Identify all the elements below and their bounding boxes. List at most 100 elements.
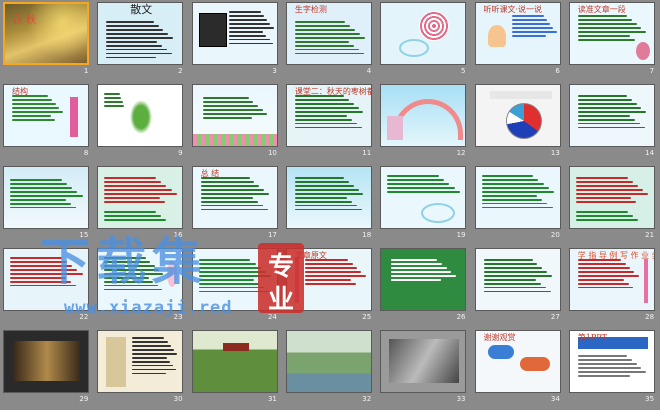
slide-number-label: 13	[550, 149, 560, 157]
slide-thumbnail[interactable]: 总 结 17	[189, 164, 283, 246]
slide-preview-image[interactable]	[474, 84, 561, 147]
slide-preview-image[interactable]	[3, 330, 89, 393]
slide-number-label: 12	[456, 149, 466, 157]
slide-number-label: 14	[645, 149, 655, 157]
slide-number-label: 23	[173, 313, 183, 321]
slide-number-label: 19	[456, 231, 466, 239]
watermark-badge-top: 专	[267, 252, 294, 282]
slide-preview-image[interactable]: 听听课文·说一说	[474, 2, 561, 65]
slide-thumbnail[interactable]: 3	[189, 0, 283, 82]
slide-preview-image[interactable]: 学 指 导 例 写 作 业 务 ?	[568, 248, 655, 311]
slide-thumbnail[interactable]: 学 指 导 例 写 作 业 务 ? 28	[566, 246, 660, 328]
slide-thumbnail[interactable]: 27	[472, 246, 566, 328]
slide-preview-image[interactable]	[380, 2, 467, 65]
slide-number-label: 34	[550, 395, 560, 403]
slide-thumbnail[interactable]: 谢谢观赏 34	[472, 328, 566, 410]
slide-number-label: 7	[649, 67, 655, 75]
slide-preview-image[interactable]	[191, 330, 278, 393]
slide-title-text: 学 指 导 例 写 作 业 务 ?	[577, 251, 654, 260]
slide-thumbnail[interactable]: 30	[94, 328, 188, 410]
slide-preview-image[interactable]	[568, 166, 655, 229]
slide-title-text: 第1PPT	[577, 333, 607, 342]
slide-number-label: 32	[362, 395, 372, 403]
slide-number-label: 30	[173, 395, 183, 403]
slide-preview-image[interactable]	[568, 84, 655, 147]
slide-number-label: 8	[83, 149, 89, 157]
slide-preview-image[interactable]	[3, 248, 89, 311]
slide-thumbnail[interactable]: 22	[0, 246, 94, 328]
slide-thumbnail[interactable]: 听听课文·说一说 6	[472, 0, 566, 82]
slide-preview-image[interactable]	[97, 248, 184, 311]
slide-thumbnail[interactable]: 课堂二：秋天的枣树都是什么颜色？ 11	[283, 82, 377, 164]
slide-preview-image[interactable]: 第1PPT	[568, 330, 655, 393]
slide-preview-image[interactable]: 读准文章一段	[568, 2, 655, 65]
slide-preview-image[interactable]: 散文	[97, 2, 184, 65]
slide-preview-image[interactable]: 生字检测	[285, 2, 372, 65]
slide-title-text: 听听课文·说一说	[483, 5, 543, 14]
slide-preview-image[interactable]	[191, 2, 278, 65]
slide-number-label: 20	[550, 231, 560, 239]
slide-preview-image[interactable]	[285, 166, 372, 229]
slide-thumbnail[interactable]: 13	[472, 82, 566, 164]
slide-title-text: 读准文章一段	[577, 5, 626, 14]
slide-thumbnail[interactable]: 29	[0, 328, 94, 410]
slide-number-label: 29	[79, 395, 89, 403]
slide-thumbnail[interactable]: 10	[189, 82, 283, 164]
slide-thumbnail[interactable]: 26	[377, 246, 471, 328]
slide-preview-image[interactable]	[97, 330, 184, 393]
slide-thumbnail[interactable]: 9	[94, 82, 188, 164]
slide-preview-image[interactable]: 秋 秋	[3, 2, 89, 65]
slide-preview-image[interactable]: 谢谢观赏	[474, 330, 561, 393]
slide-number-label: 16	[173, 231, 183, 239]
slide-preview-image[interactable]	[380, 166, 467, 229]
slide-number-label: 4	[366, 67, 372, 75]
slide-preview-image[interactable]	[97, 166, 184, 229]
slide-preview-image[interactable]	[380, 248, 467, 311]
slide-preview-image[interactable]: 结构	[3, 84, 89, 147]
slide-thumbnail[interactable]: 生字检测 4	[283, 0, 377, 82]
slide-preview-image[interactable]	[380, 330, 467, 393]
slide-thumbnail[interactable]: 散文 2	[94, 0, 188, 82]
slide-thumbnail[interactable]: 15	[0, 164, 94, 246]
slide-title-text: 生字检测	[294, 5, 327, 14]
slide-number-label: 25	[362, 313, 372, 321]
slide-thumbnail[interactable]: 33	[377, 328, 471, 410]
slide-preview-image[interactable]	[474, 248, 561, 311]
slide-title-text: 课堂二：秋天的枣树都是什么颜色？	[294, 87, 371, 96]
slide-number-label: 11	[362, 149, 372, 157]
slide-number-label: 22	[79, 313, 89, 321]
slide-number-label: 31	[267, 395, 277, 403]
slide-thumbnail[interactable]: 12	[377, 82, 471, 164]
slide-title-text: 结构	[12, 87, 28, 96]
slide-preview-image[interactable]: 总 结	[191, 166, 278, 229]
slide-preview-image[interactable]	[191, 84, 278, 147]
slide-number-label: 15	[79, 231, 89, 239]
slide-thumbnail[interactable]: 21	[566, 164, 660, 246]
slide-preview-image[interactable]	[285, 330, 372, 393]
slide-thumbnail[interactable]: 19	[377, 164, 471, 246]
slide-preview-image[interactable]	[380, 84, 467, 147]
slide-title-text: 谢谢观赏	[483, 333, 516, 342]
slide-number-label: 3	[272, 67, 277, 75]
slide-thumbnail[interactable]: 18	[283, 164, 377, 246]
slide-thumbnail[interactable]: 读准文章一段 7	[566, 0, 660, 82]
slide-thumbnail[interactable]: 31	[189, 328, 283, 410]
slide-thumbnail[interactable]: 16	[94, 164, 188, 246]
slide-thumbnail[interactable]: 结构 8	[0, 82, 94, 164]
slide-preview-image[interactable]	[97, 84, 184, 147]
slide-thumbnail[interactable]: 32	[283, 328, 377, 410]
slide-preview-image[interactable]	[3, 166, 89, 229]
slide-thumbnail[interactable]: 秋 秋 1	[0, 0, 94, 82]
slide-number-label: 6	[555, 67, 560, 75]
slide-preview-image[interactable]: 课堂二：秋天的枣树都是什么颜色？	[285, 84, 372, 147]
slide-thumbnail[interactable]: 14	[566, 82, 660, 164]
slide-number-label: 33	[456, 395, 466, 403]
slide-thumbnail[interactable]: 第1PPT 35	[566, 328, 660, 410]
watermark-badge-bottom: 业	[267, 285, 294, 315]
slide-number-label: 18	[362, 231, 372, 239]
slide-preview-image[interactable]	[474, 166, 561, 229]
slide-title-text: 秋 秋	[13, 15, 37, 26]
slide-thumbnail[interactable]: 23	[94, 246, 188, 328]
slide-thumbnail[interactable]: 20	[472, 164, 566, 246]
slide-thumbnail[interactable]: 5	[377, 0, 471, 82]
